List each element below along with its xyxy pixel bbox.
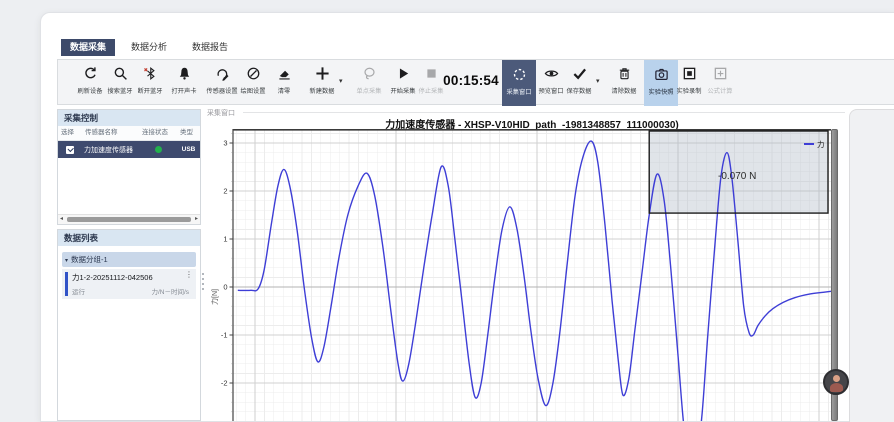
new-data-dropdown-caret-icon[interactable]: ▾ — [339, 77, 343, 85]
stop-acquire-button: 停止采集 — [413, 65, 449, 103]
disconnect-bluetooth-label: 断开蓝牙 — [133, 85, 168, 95]
sensor-type: USB — [177, 146, 200, 153]
connection-status-dot — [155, 146, 162, 153]
tab-data-report[interactable]: 数据报告 — [183, 39, 237, 56]
toolbar: 00:15:54 刷新设备搜索蓝牙断开蓝牙打开声卡传感器设置绘图设置清零新建数据… — [57, 59, 894, 105]
data-group-label: 数据分组-1 — [71, 255, 108, 264]
item-status: 运行 — [72, 286, 85, 296]
single-point-button: 单点采集 — [351, 65, 387, 103]
zero-label: 清零 — [267, 85, 302, 95]
avatar-head — [833, 375, 840, 382]
app-window: 数据采集数据分析数据报告 00:15:54 刷新设备搜索蓝牙断开蓝牙打开声卡传感… — [40, 12, 894, 422]
y-tick-label: 0 — [223, 283, 227, 292]
new-data-button[interactable]: 新建数据 — [304, 65, 340, 103]
acquisition-control-panel: 采集控制 选择传感器名称连接状态类型 力加速度传感器 USB ◂ ▸ — [57, 109, 201, 225]
acquisition-timer: 00:15:54 — [442, 73, 500, 88]
chart-plot[interactable]: 3 2 1 0 -1 -2 力[N] -0.070 N 力 — [209, 129, 831, 421]
clear-data-button[interactable]: 清除数据 — [606, 65, 642, 103]
formula-label: 公式计算 — [703, 85, 738, 95]
bluetooth-disconnect-icon — [132, 66, 168, 83]
save-data-label: 保存数据 — [562, 85, 597, 95]
item-accent-bar — [65, 272, 68, 296]
col-sensor-name: 传感器名称 — [82, 126, 139, 140]
scroll-right-icon[interactable]: ▸ — [195, 215, 198, 224]
save-data-dropdown-caret-icon[interactable]: ▾ — [596, 77, 600, 85]
plus-icon — [304, 66, 340, 83]
data-group-row[interactable]: ▾数据分组-1 — [62, 252, 196, 267]
check-icon — [561, 66, 597, 83]
single-point-label: 单点采集 — [352, 85, 387, 95]
col-status: 连接状态 — [139, 126, 177, 140]
data-list-panel: 数据列表 ▾数据分组-1 力1-2-20251112-042506 ⋮ 运行 力… — [57, 229, 201, 421]
stop-icon — [413, 66, 449, 83]
formula-button: 公式计算 — [702, 65, 738, 103]
panel-divider — [243, 112, 845, 113]
acquire-window-button[interactable]: 采集窗口 — [502, 60, 536, 106]
scroll-left-icon[interactable]: ◂ — [60, 215, 63, 224]
avatar-body — [830, 383, 843, 392]
assistant-avatar-button[interactable] — [823, 369, 849, 395]
open-soundcard-button[interactable]: 打开声卡 — [166, 65, 202, 103]
sensor-table-header: 选择传感器名称连接状态类型 — [58, 126, 200, 141]
lasso-icon — [351, 66, 387, 83]
save-data-button[interactable]: 保存数据 — [561, 65, 597, 103]
data-list-header: 数据列表 — [58, 230, 200, 246]
panel-splitter[interactable] — [201, 273, 204, 293]
sensor-table-row[interactable]: 力加速度传感器 USB — [58, 141, 200, 158]
main-tabs: 数据采集数据分析数据报告 — [61, 39, 237, 56]
calc-icon — [702, 66, 738, 83]
tab-data-acquisition[interactable]: 数据采集 — [61, 39, 115, 56]
value-annotation: -0.070 N — [718, 171, 756, 182]
trash-icon — [606, 66, 642, 83]
group-caret-icon[interactable]: ▾ — [65, 258, 68, 264]
new-data-label: 新建数据 — [305, 85, 340, 95]
dots-menu-icon[interactable]: ⋮ — [185, 270, 193, 279]
left-sidebar: 采集控制 选择传感器名称连接状态类型 力加速度传感器 USB ◂ ▸ 数据列表 ▾… — [57, 109, 201, 421]
col-select: 选择 — [58, 126, 82, 140]
sensor-name: 力加速度传感器 — [82, 145, 139, 155]
acquire-window-label: 采集窗口 — [503, 86, 536, 96]
data-list-item[interactable]: 力1-2-20251112-042506 ⋮ 运行 力/N－时间/s — [62, 269, 196, 299]
bell-icon — [166, 66, 202, 83]
scrollbar-thumb[interactable] — [67, 217, 191, 222]
item-axes-label: 力/N－时间/s — [151, 286, 189, 296]
acquisition-control-header: 采集控制 — [58, 110, 200, 126]
col-type: 类型 — [177, 126, 200, 140]
tab-data-analysis[interactable]: 数据分析 — [122, 39, 176, 56]
open-soundcard-label: 打开声卡 — [167, 85, 202, 95]
item-title: 力1-2-20251112-042506 — [72, 272, 153, 283]
y-tick-label: -1 — [221, 331, 228, 340]
y-axis-title: 力[N] — [210, 289, 219, 305]
eraser-icon — [266, 66, 302, 83]
y-tick-label: 2 — [223, 187, 227, 196]
legend-label: 力 — [817, 139, 825, 149]
y-tick-label: 1 — [223, 235, 227, 244]
sensor-checkbox[interactable] — [66, 146, 74, 154]
stop-acquire-label: 停止采集 — [414, 85, 449, 95]
disconnect-bluetooth-button[interactable]: 断开蓝牙 — [132, 65, 168, 103]
chart-panel-label: 采集窗口 — [207, 108, 235, 118]
y-tick-label: 3 — [223, 139, 227, 148]
zero-button[interactable]: 清零 — [266, 65, 302, 103]
y-tick-label: -2 — [221, 379, 228, 388]
right-panel-edge — [849, 109, 894, 422]
clear-data-label: 清除数据 — [607, 85, 642, 95]
dashed-circle-icon — [502, 67, 536, 84]
horizontal-scrollbar[interactable]: ◂ ▸ — [58, 214, 200, 224]
